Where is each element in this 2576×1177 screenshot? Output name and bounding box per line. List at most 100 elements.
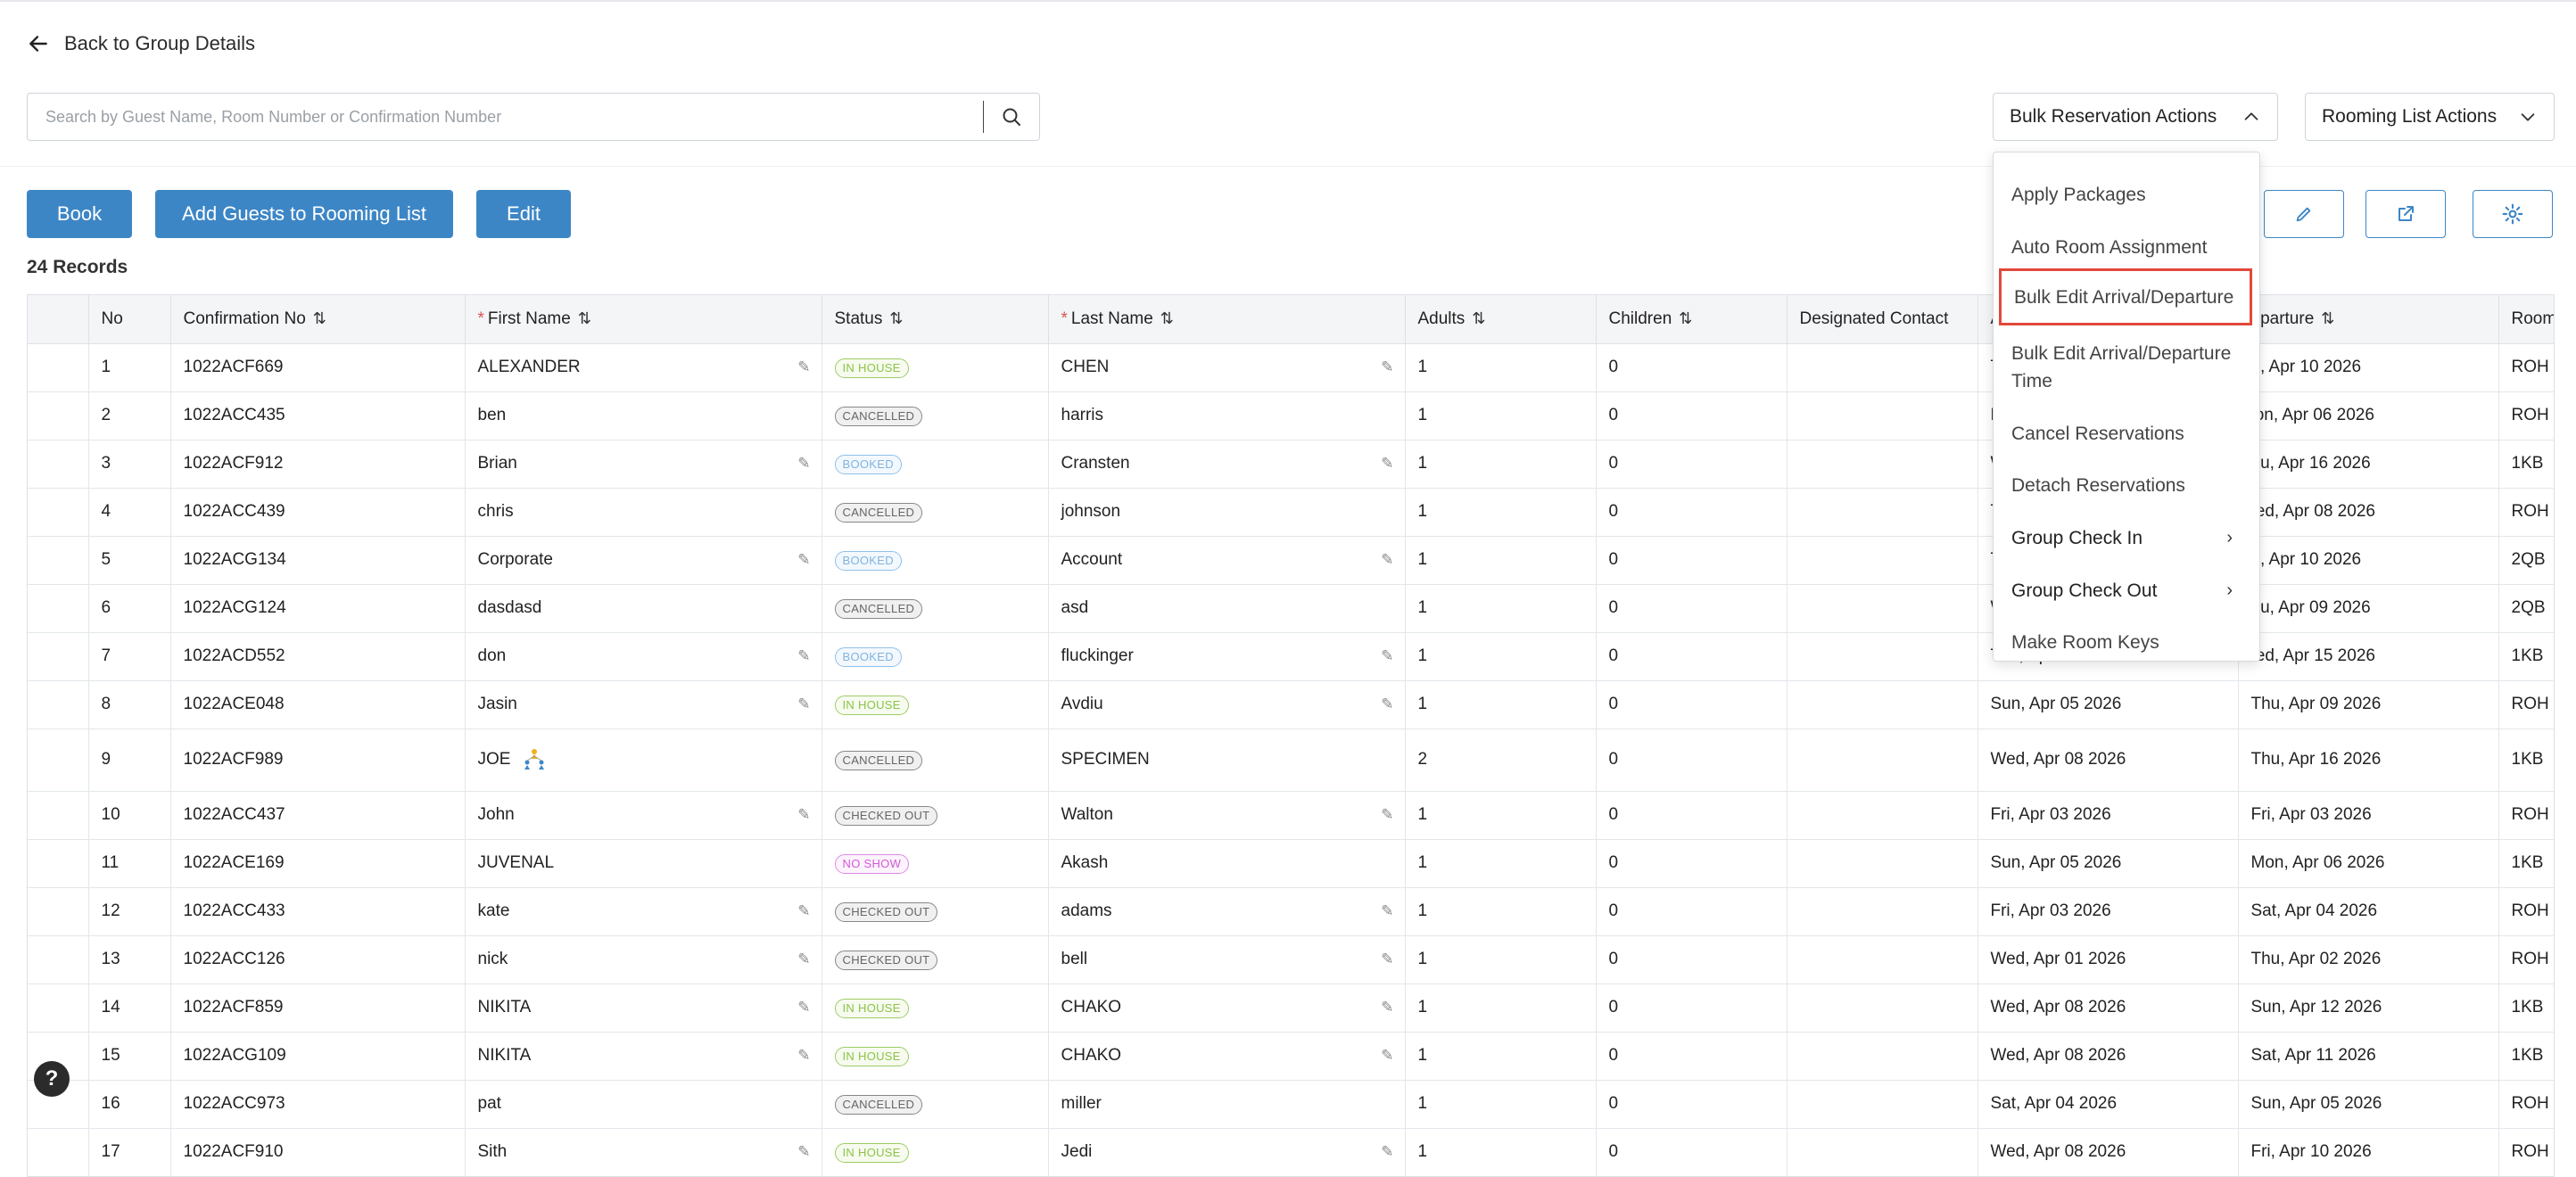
row-select-cell[interactable] — [28, 887, 89, 936]
confirmation-number[interactable]: 1022ACC433 — [170, 887, 466, 936]
pencil-icon[interactable]: ✎ — [797, 551, 810, 569]
row-select-cell[interactable] — [28, 440, 89, 489]
table-row[interactable]: 11 1022ACE169 JUVENAL NO SHOW Akash 1 0 Sun, Ap… — [28, 839, 2554, 888]
back-to-group-link[interactable]: Back to Group Details — [27, 32, 255, 55]
table-row[interactable]: 14 1022ACF859 NIKITA ✎ IN HOUSE CHAKO ✎ 1 0 Wed, … — [28, 984, 2554, 1033]
pencil-icon[interactable]: ✎ — [797, 902, 810, 920]
last-name-cell[interactable]: miller — [1048, 1080, 1406, 1129]
search-button[interactable] — [984, 94, 1039, 140]
confirmation-number[interactable]: 1022ACF859 — [170, 984, 466, 1033]
last-name-cell[interactable]: CHEN ✎ — [1048, 343, 1406, 392]
row-select-cell[interactable] — [28, 791, 89, 840]
first-name-cell[interactable]: John ✎ — [465, 791, 822, 840]
first-name-cell[interactable]: chris — [465, 488, 822, 537]
export-button[interactable] — [2365, 190, 2446, 238]
last-name-cell[interactable]: adams ✎ — [1048, 887, 1406, 936]
first-name-cell[interactable]: JUVENAL — [465, 839, 822, 888]
last-name-cell[interactable]: Cransten ✎ — [1048, 440, 1406, 489]
table-row[interactable]: 9 1022ACF989 JOE CANCELLED SPECIMEN 2 0 Wed, Ap… — [28, 728, 2554, 792]
first-name-cell[interactable]: ALEXANDER ✎ — [465, 343, 822, 392]
sort-icon[interactable]: ⇅ — [1679, 309, 1692, 327]
last-name-cell[interactable]: Avdiu ✎ — [1048, 680, 1406, 729]
row-select-cell[interactable] — [28, 488, 89, 537]
search-input[interactable] — [28, 94, 983, 140]
confirmation-number[interactable]: 1022ACE048 — [170, 680, 466, 729]
first-name-cell[interactable]: Brian ✎ — [465, 440, 822, 489]
table-row[interactable]: 17 1022ACF910 Sith ✎ IN HOUSE Jedi ✎ 1 0 Wed, Apr… — [28, 1128, 2554, 1176]
first-name-cell[interactable]: pat — [465, 1080, 822, 1129]
sort-icon[interactable]: ⇅ — [578, 309, 591, 327]
table-row[interactable]: 8 1022ACE048 Jasin ✎ IN HOUSE Avdiu ✎ 1 0 Sun, Ap… — [28, 680, 2554, 729]
first-name-cell[interactable]: don ✎ — [465, 632, 822, 681]
pencil-icon[interactable]: ✎ — [1381, 951, 1393, 968]
pencil-icon[interactable]: ✎ — [797, 999, 810, 1017]
last-name-cell[interactable]: harris — [1048, 391, 1406, 440]
pencil-icon[interactable]: ✎ — [1381, 1143, 1393, 1161]
confirmation-number[interactable]: 1022ACC435 — [170, 391, 466, 440]
row-select-cell[interactable] — [28, 984, 89, 1033]
add-guests-button[interactable]: Add Guests to Rooming List — [155, 190, 453, 238]
sort-icon[interactable]: ⇅ — [1160, 309, 1174, 327]
pencil-icon[interactable]: ✎ — [1381, 999, 1393, 1017]
last-name-cell[interactable]: CHAKO ✎ — [1048, 984, 1406, 1033]
sort-icon[interactable]: ⇅ — [2321, 309, 2334, 327]
last-name-cell[interactable]: Akash — [1048, 839, 1406, 888]
sort-icon[interactable]: ⇅ — [1472, 309, 1485, 327]
pencil-icon[interactable]: ✎ — [1381, 696, 1393, 713]
confirmation-header[interactable]: Confirmation No ⇅ — [170, 295, 466, 344]
row-select-cell[interactable] — [28, 536, 89, 585]
row-select-cell[interactable] — [28, 680, 89, 729]
row-select-cell[interactable] — [28, 584, 89, 633]
confirmation-number[interactable]: 1022ACC126 — [170, 935, 466, 984]
last-name-header[interactable]: * Last Name ⇅ — [1048, 295, 1406, 344]
menu-group-check-in[interactable]: Group Check In › — [1994, 524, 2259, 552]
menu-apply-packages[interactable]: Apply Packages — [1994, 181, 2259, 209]
last-name-cell[interactable]: Account ✎ — [1048, 536, 1406, 585]
row-select-cell[interactable] — [28, 839, 89, 888]
row-select-cell[interactable] — [28, 728, 89, 792]
confirmation-number[interactable]: 1022ACF910 — [170, 1128, 466, 1176]
children-header[interactable]: Children ⇅ — [1596, 295, 1788, 344]
book-button[interactable]: Book — [27, 190, 132, 238]
last-name-cell[interactable]: johnson — [1048, 488, 1406, 537]
pencil-icon[interactable]: ✎ — [1381, 806, 1393, 824]
row-select-cell[interactable] — [28, 632, 89, 681]
first-name-cell[interactable]: Corporate ✎ — [465, 536, 822, 585]
pencil-icon[interactable]: ✎ — [797, 455, 810, 473]
pencil-icon[interactable]: ✎ — [1381, 455, 1393, 473]
first-name-cell[interactable]: kate ✎ — [465, 887, 822, 936]
sort-icon[interactable]: ⇅ — [889, 309, 903, 327]
table-row[interactable]: 12 1022ACC433 kate ✎ CHECKED OUT adams ✎ 1 0 Fri,… — [28, 887, 2554, 936]
confirmation-number[interactable]: 1022ACG124 — [170, 584, 466, 633]
menu-group-check-out[interactable]: Group Check Out › — [1994, 577, 2259, 605]
first-name-cell[interactable]: JOE — [465, 728, 822, 792]
pencil-icon[interactable]: ✎ — [797, 358, 810, 376]
pencil-icon[interactable]: ✎ — [1381, 1047, 1393, 1065]
pencil-icon[interactable]: ✎ — [1381, 551, 1393, 569]
first-name-cell[interactable]: NIKITA ✎ — [465, 984, 822, 1033]
confirmation-number[interactable]: 1022ACE169 — [170, 839, 466, 888]
first-name-cell[interactable]: Sith ✎ — [465, 1128, 822, 1176]
bulk-reservation-actions-dropdown[interactable]: Bulk Reservation Actions — [1993, 93, 2278, 141]
last-name-cell[interactable]: CHAKO ✎ — [1048, 1032, 1406, 1081]
departure-header[interactable]: eparture ⇅ — [2238, 295, 2499, 344]
pencil-icon[interactable]: ✎ — [1381, 647, 1393, 665]
menu-make-room-keys[interactable]: Make Room Keys — [1994, 629, 2259, 656]
pencil-icon[interactable]: ✎ — [797, 951, 810, 968]
pencil-icon[interactable]: ✎ — [1381, 358, 1393, 376]
confirmation-number[interactable]: 1022ACC437 — [170, 791, 466, 840]
last-name-cell[interactable]: Jedi ✎ — [1048, 1128, 1406, 1176]
table-row[interactable]: 13 1022ACC126 nick ✎ CHECKED OUT bell ✎ 1 0 Wed, … — [28, 935, 2554, 984]
table-row[interactable]: 16 1022ACC973 pat CANCELLED miller 1 0 Sat, Apr… — [28, 1080, 2554, 1129]
last-name-cell[interactable]: SPECIMEN — [1048, 728, 1406, 792]
confirmation-number[interactable]: 1022ACF912 — [170, 440, 466, 489]
menu-bulk-edit-arrival-departure-time[interactable]: Bulk Edit Arrival/Departure Time — [1994, 340, 2259, 395]
pencil-icon[interactable]: ✎ — [797, 696, 810, 713]
pencil-icon[interactable]: ✎ — [1381, 902, 1393, 920]
edit-button[interactable]: Edit — [476, 190, 571, 238]
help-button[interactable]: ? — [34, 1061, 70, 1097]
row-select-cell[interactable] — [28, 391, 89, 440]
pencil-icon[interactable]: ✎ — [797, 806, 810, 824]
confirmation-number[interactable]: 1022ACG134 — [170, 536, 466, 585]
last-name-cell[interactable]: asd — [1048, 584, 1406, 633]
